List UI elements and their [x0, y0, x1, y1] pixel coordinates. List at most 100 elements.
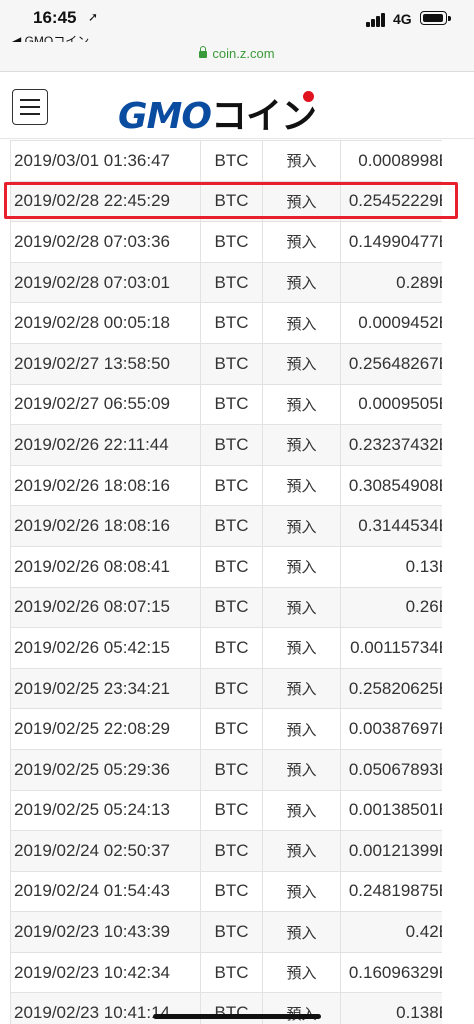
network-type: 4G	[393, 11, 412, 27]
logo-gmo-text: GMO	[118, 96, 212, 137]
transaction-currency: BTC	[200, 911, 263, 953]
transaction-currency: BTC	[200, 870, 263, 913]
transaction-amount: 0.42B	[340, 911, 442, 953]
transaction-type: 預入	[262, 424, 341, 466]
transaction-type: 預入	[262, 911, 341, 953]
transaction-date: 2019/02/26 08:07:15	[10, 586, 201, 629]
table-row: 2019/03/01 01:36:47 BTC 預入 0.0008998B	[10, 140, 442, 182]
transaction-date: 2019/02/25 23:34:21	[10, 667, 201, 710]
transaction-date: 2019/02/25 05:24:13	[10, 789, 201, 832]
transaction-date: 2019/02/27 13:58:50	[10, 342, 201, 385]
transaction-type: 預入	[262, 383, 341, 426]
home-indicator[interactable]	[153, 1014, 321, 1019]
transaction-currency: BTC	[200, 424, 263, 466]
table-row: 2019/02/25 22:08:29 BTC 預入 0.00387697B	[10, 708, 442, 750]
transaction-type: 預入	[262, 708, 341, 750]
table-row: 2019/02/23 10:43:39BTC預入0.42B	[10, 911, 442, 953]
transaction-date: 2019/02/23 10:43:39	[10, 911, 201, 953]
transaction-date: 2019/02/26 22:11:44	[10, 424, 201, 466]
transaction-currency: BTC	[200, 383, 263, 426]
url-display[interactable]: coin.z.com	[0, 46, 474, 61]
transaction-history-table: 2019/03/01 01:36:47 BTC 預入 0.0008998B 2019/0…	[10, 140, 442, 1024]
transaction-amount: 0.00387697B	[340, 708, 442, 750]
hamburger-menu-button[interactable]	[12, 89, 48, 125]
transaction-currency: BTC	[200, 464, 263, 507]
transaction-currency: BTC	[200, 140, 263, 182]
lock-icon	[199, 46, 208, 58]
transaction-date: 2019/02/28 07:03:01	[10, 261, 201, 304]
transaction-currency: BTC	[200, 627, 263, 669]
transaction-currency: BTC	[200, 748, 263, 791]
transaction-type: 預入	[262, 789, 341, 832]
logo-coin-text: コイン	[210, 96, 317, 137]
transaction-amount: 0.05067893B	[340, 748, 442, 791]
transaction-date: 2019/02/24 01:54:43	[10, 870, 201, 913]
table-row: 2019/02/24 02:50:37 BTC 預入 0.00121399B	[10, 830, 442, 872]
transaction-amount: 0.23237432B	[340, 424, 442, 466]
transaction-currency: BTC	[200, 261, 263, 304]
table-row: 2019/02/26 08:08:41BTC預入0.13B	[10, 545, 442, 588]
transaction-type: 預入	[262, 464, 341, 507]
logo-red-dot	[303, 91, 314, 102]
table-row: 2019/02/28 07:03:36 BTC 預入 0.14990477B	[10, 221, 442, 263]
transaction-type: 預入	[262, 140, 341, 182]
transaction-currency: BTC	[200, 545, 263, 588]
transaction-date: 2019/02/23 10:41:14	[10, 992, 201, 1024]
transaction-currency: BTC	[200, 302, 263, 344]
transaction-date: 2019/03/01 01:36:47	[10, 140, 201, 182]
transaction-amount: 0.3144534B	[340, 505, 442, 547]
transaction-amount: 0.30854908B	[340, 464, 442, 507]
transaction-date: 2019/02/23 10:42:34	[10, 951, 201, 994]
table-row: 2019/02/26 08:07:15BTC預入0.26B	[10, 586, 442, 629]
transaction-amount: 0.00115734B	[340, 627, 442, 669]
transaction-type: 預入	[262, 748, 341, 791]
transaction-type: 預入	[262, 545, 341, 588]
transaction-currency: BTC	[200, 992, 263, 1024]
transaction-currency: BTC	[200, 708, 263, 750]
status-time: 16:45	[33, 8, 77, 27]
transaction-amount: 0.25648267B	[340, 342, 442, 385]
transaction-date: 2019/02/25 22:08:29	[10, 708, 201, 750]
transaction-amount: 0.138B	[340, 992, 442, 1024]
transaction-date: 2019/02/28 00:05:18	[10, 302, 201, 344]
transaction-amount: 0.26B	[340, 586, 442, 629]
transaction-amount: 0.00121399B	[340, 830, 442, 872]
transaction-type: 預入	[262, 342, 341, 385]
transaction-amount: 0.0009505B	[340, 383, 442, 426]
transaction-amount: 0.00138501B	[340, 789, 442, 832]
cellular-signal-icon	[366, 13, 388, 27]
transaction-amount: 0.25820625B	[340, 667, 442, 710]
transaction-type: 預入	[262, 830, 341, 872]
transaction-currency: BTC	[200, 505, 263, 547]
highlight-box	[4, 182, 458, 219]
transaction-type: 預入	[262, 992, 341, 1024]
transaction-currency: BTC	[200, 586, 263, 629]
gmo-coin-logo[interactable]: GMOコイン	[118, 87, 317, 137]
table-row: 2019/02/25 05:24:13 BTC 預入 0.00138501B	[10, 789, 442, 832]
transaction-type: 預入	[262, 302, 341, 344]
transaction-amount: 0.24819875B	[340, 870, 442, 913]
transaction-type: 預入	[262, 870, 341, 913]
transaction-date: 2019/02/26 18:08:16	[10, 505, 201, 547]
transaction-type: 預入	[262, 505, 341, 547]
transaction-amount: 0.0009452B	[340, 302, 442, 344]
transaction-table-body: 2019/03/01 01:36:47 BTC 預入 0.0008998B 2019/0…	[10, 140, 442, 1024]
transaction-currency: BTC	[200, 667, 263, 710]
transaction-type: 預入	[262, 261, 341, 304]
url-text: coin.z.com	[212, 46, 275, 61]
table-row: 2019/02/25 05:29:36 BTC 預入 0.05067893B	[10, 748, 442, 791]
table-row: 2019/02/25 23:34:21 BTC 預入 0.25820625B	[10, 667, 442, 710]
transaction-type: 預入	[262, 586, 341, 629]
table-row: 2019/02/26 22:11:44 BTC 預入 0.23237432B	[10, 424, 442, 466]
transaction-currency: BTC	[200, 342, 263, 385]
site-header: GMOコイン	[0, 73, 474, 139]
transaction-currency: BTC	[200, 221, 263, 263]
table-row: 2019/02/26 05:42:15 BTC 預入 0.00115734B	[10, 627, 442, 669]
transaction-currency: BTC	[200, 830, 263, 872]
transaction-type: 預入	[262, 221, 341, 263]
table-row: 2019/02/24 01:54:43 BTC 預入 0.24819875B	[10, 870, 442, 913]
transaction-date: 2019/02/26 08:08:41	[10, 545, 201, 588]
table-row: 2019/02/28 07:03:01BTC預入0.289B	[10, 261, 442, 304]
url-bar[interactable]: coin.z.com	[0, 42, 474, 72]
table-row: 2019/02/23 10:41:14BTC預入0.138B	[10, 992, 442, 1024]
